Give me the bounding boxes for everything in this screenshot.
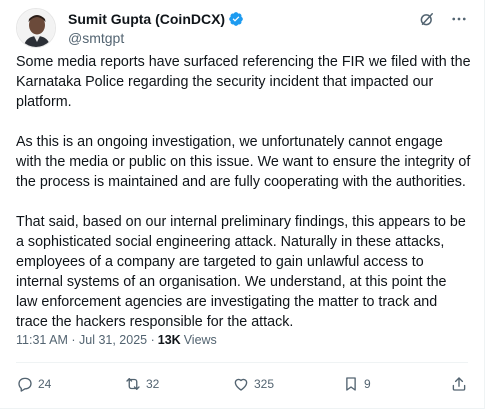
tweet-paragraph: As this is an ongoing investigation, we … — [16, 134, 471, 190]
bookmark-button[interactable]: 9 — [342, 375, 382, 393]
repost-icon — [126, 378, 140, 390]
avatar-portrait-icon — [17, 9, 55, 47]
views-label: Views — [183, 333, 217, 347]
tweet-timestamp[interactable]: 11:31 AM · Jul 31, 2025 · — [16, 333, 155, 347]
tweet-header: Sumit Gupta (CoinDCX) @smtgpt — [16, 8, 468, 48]
tweet-paragraph: That said, based on our internal prelimi… — [16, 214, 466, 330]
more-options-icon[interactable] — [450, 10, 468, 28]
like-button[interactable]: 325 — [232, 375, 274, 393]
tweet-card: Sumit Gupta (CoinDCX) @smtgpt Some media… — [0, 0, 485, 409]
avatar[interactable] — [16, 8, 56, 48]
repost-button[interactable]: 32 — [124, 375, 164, 393]
verified-badge-icon[interactable] — [228, 11, 244, 27]
tweet-paragraph: Some media reports have surfaced referen… — [16, 54, 471, 110]
tweet-text: Some media reports have surfaced referen… — [16, 52, 471, 332]
reply-count: 24 — [38, 377, 52, 391]
author-display-name[interactable]: Sumit Gupta (CoinDCX) — [68, 11, 225, 27]
engagement-bar: 24 32 325 9 — [16, 372, 468, 396]
bookmark-icon — [346, 377, 356, 391]
tweet-top-actions — [418, 10, 468, 28]
tweet-meta: 11:31 AM · Jul 31, 2025 · 13K Views — [16, 333, 217, 347]
share-icon — [452, 377, 466, 391]
author-handle[interactable]: @smtgpt — [68, 30, 244, 46]
like-count: 325 — [253, 377, 274, 391]
heart-icon — [234, 378, 248, 391]
reply-icon — [18, 377, 32, 392]
repost-count: 32 — [145, 377, 160, 391]
views-count: 13K — [157, 333, 181, 347]
share-button[interactable] — [450, 375, 468, 393]
bookmark-count: 9 — [363, 377, 371, 391]
divider — [16, 362, 468, 363]
reply-button[interactable]: 24 — [16, 375, 56, 393]
author-names: Sumit Gupta (CoinDCX) @smtgpt — [68, 10, 244, 46]
grok-icon[interactable] — [418, 10, 436, 28]
